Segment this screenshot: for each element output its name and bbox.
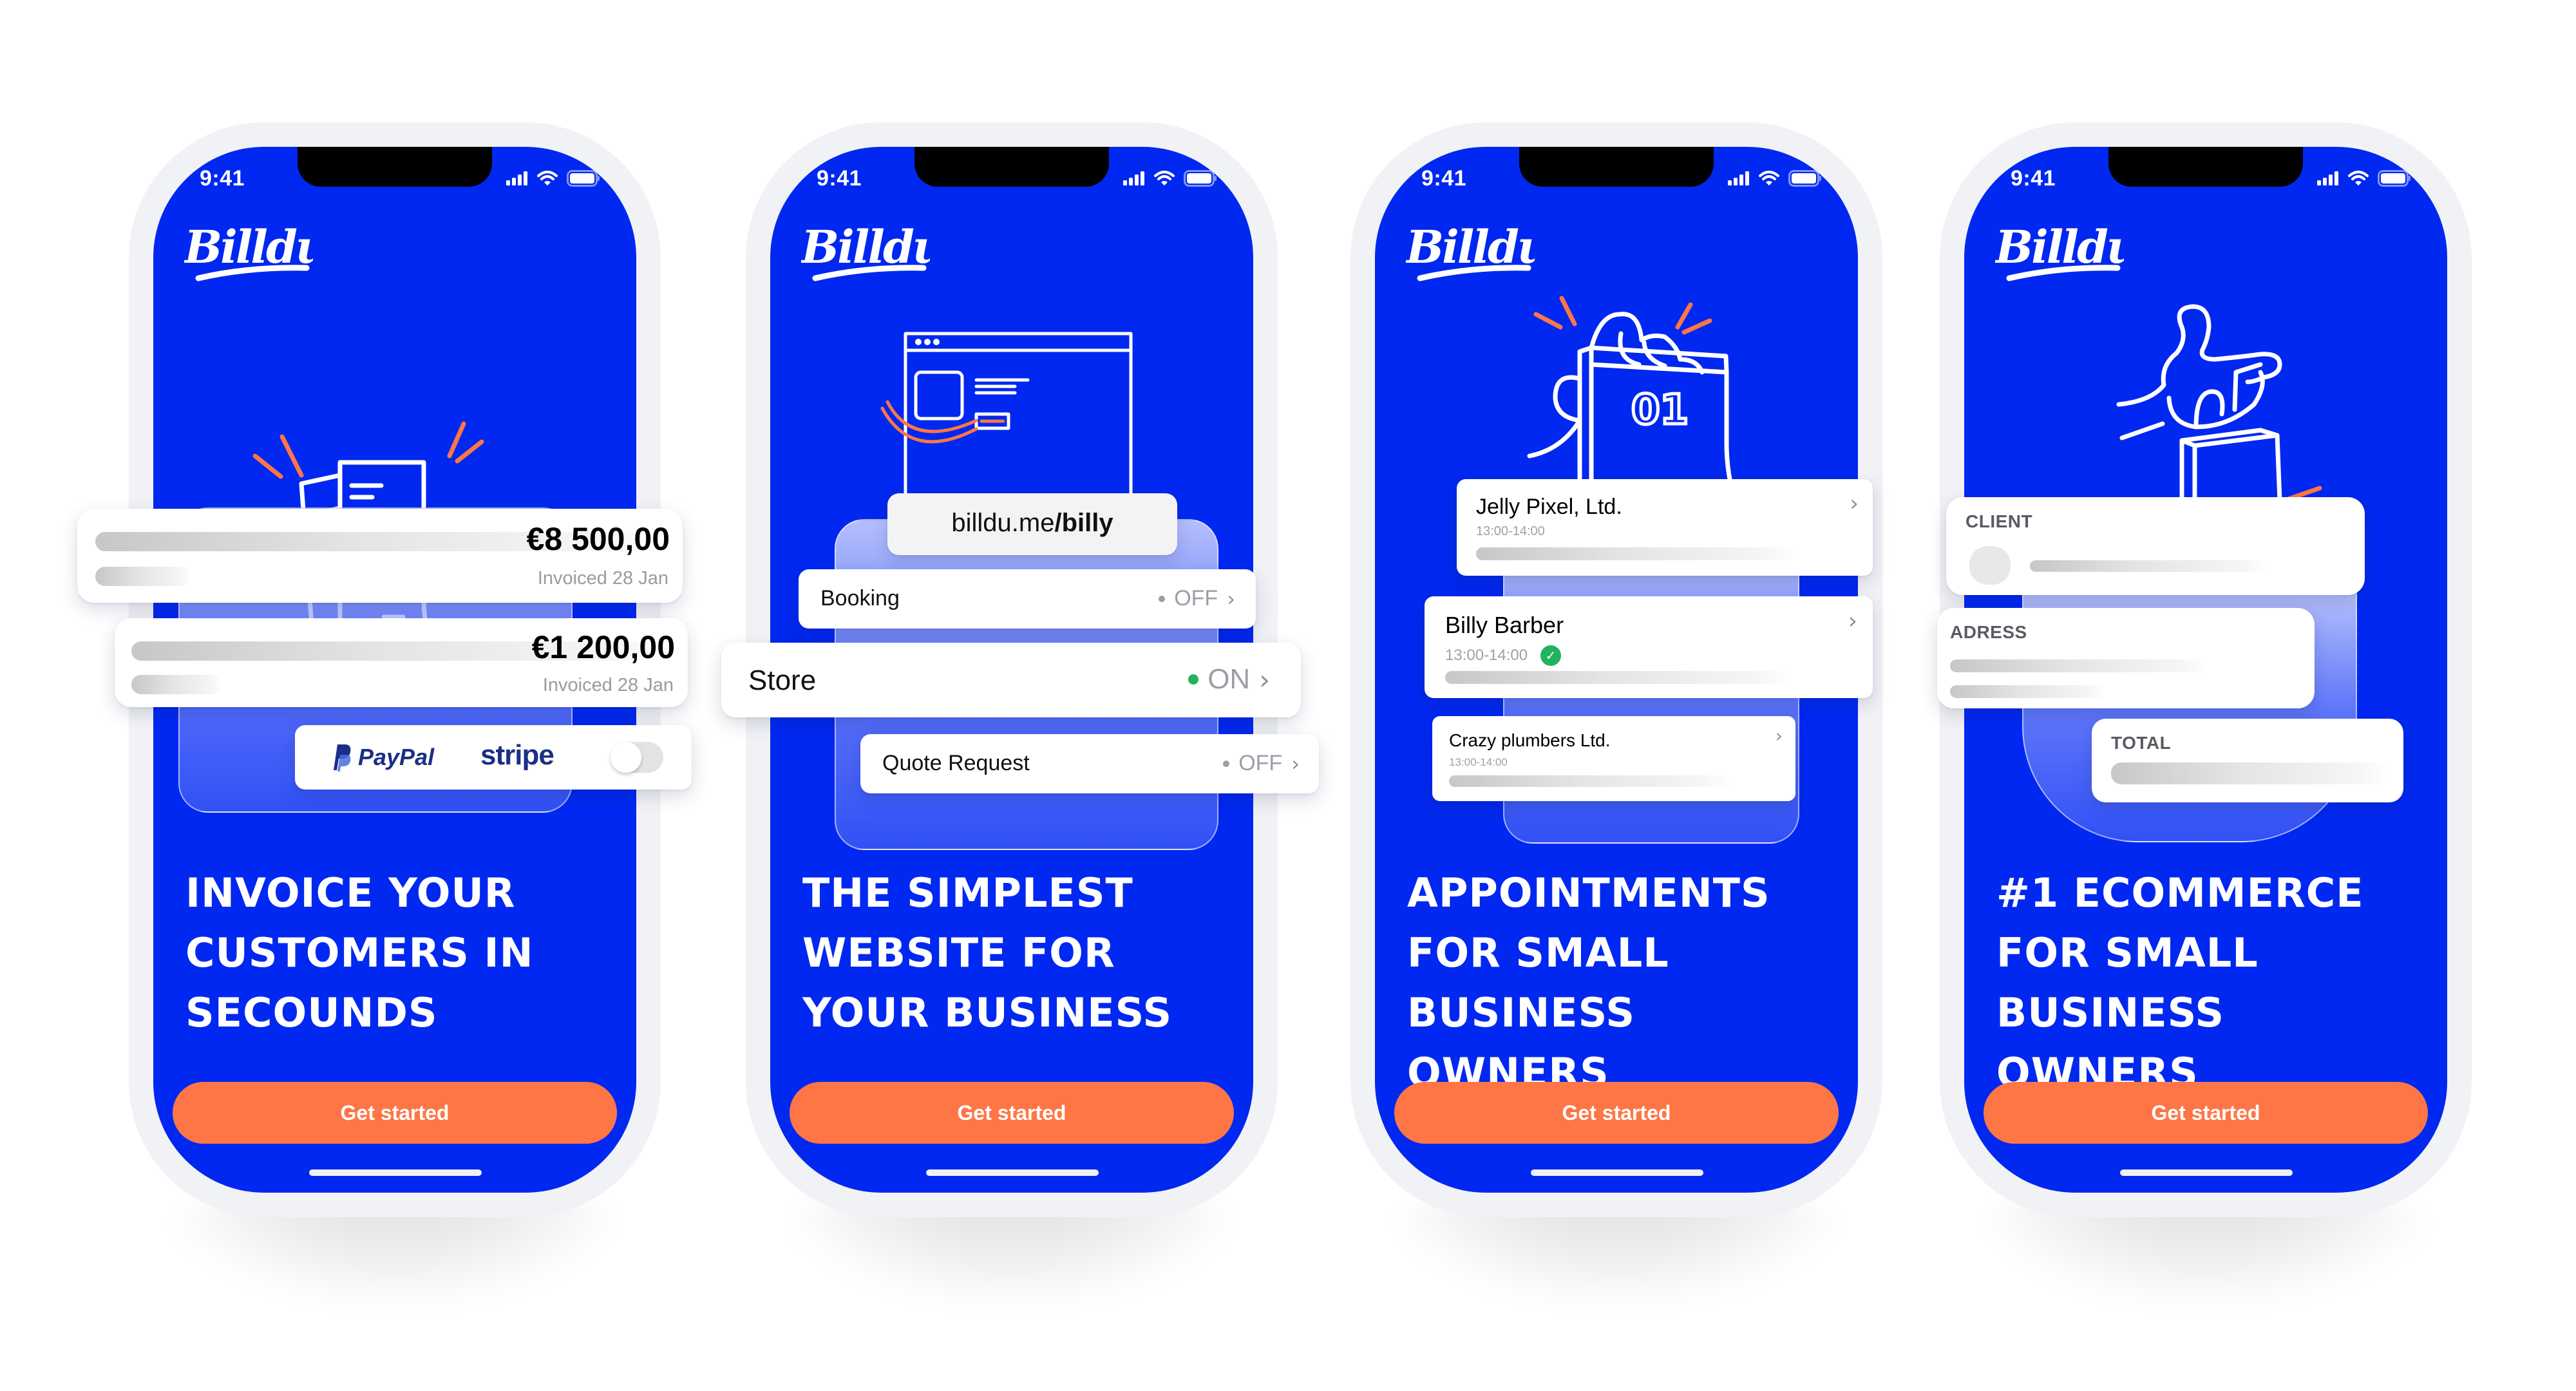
module-row-quote-request[interactable]: Quote Request OFF › [860, 734, 1319, 793]
get-started-button[interactable]: Get started [1984, 1082, 2428, 1144]
chevron-right-icon: › [1775, 725, 1783, 746]
billdu-logo [184, 223, 313, 287]
url-path: /billy [1054, 509, 1113, 537]
confirmed-check-icon: ✓ [1540, 645, 1561, 666]
address-field-card[interactable]: ADRESS [1937, 608, 2315, 708]
field-label: CLIENT [1965, 511, 2033, 531]
wifi-icon [537, 171, 558, 185]
invoice-date: Invoiced 28 Jan [542, 675, 674, 696]
placeholder-bar [1476, 547, 1798, 560]
module-label: Booking [820, 586, 900, 610]
field-label: ADRESS [1950, 622, 2027, 642]
appointment-card[interactable]: Jelly Pixel, Ltd. 13:00-14:00 › [1457, 479, 1873, 576]
invoice-amount: €8 500,00 [526, 521, 670, 557]
paypal-logo: PayPal [332, 743, 434, 771]
signal-icon [1728, 171, 1749, 185]
total-field-card[interactable]: TOTAL [2092, 719, 2403, 802]
notch [914, 147, 1109, 187]
invoice-date: Invoiced 28 Jan [537, 568, 668, 589]
status-time: 9:41 [817, 166, 862, 191]
status-time: 9:41 [2011, 166, 2056, 191]
status-dot [1188, 674, 1199, 685]
placeholder-bar [2111, 762, 2388, 784]
paypal-label: PayPal [358, 744, 435, 770]
calendar-hand-icon: 01 [1527, 296, 1736, 495]
placeholder-bar [1445, 671, 1793, 684]
placeholder-bar [1950, 685, 2105, 698]
billdu-logo [1995, 223, 2124, 287]
module-label: Store [748, 665, 817, 696]
placeholder-bar [2030, 560, 2268, 572]
get-started-button[interactable]: Get started [790, 1082, 1234, 1144]
invoice-card[interactable]: €1 200,00 Invoiced 28 Jan [115, 618, 688, 707]
module-row-booking[interactable]: Booking OFF › [799, 569, 1256, 629]
get-started-button[interactable]: Get started [173, 1082, 617, 1144]
signal-icon [1123, 171, 1144, 185]
invoice-amount: €1 200,00 [531, 629, 675, 665]
invoice-card[interactable]: €8 500,00 Invoiced 28 Jan [77, 509, 683, 603]
status-time: 9:41 [200, 166, 245, 191]
appointment-name: Jelly Pixel, Ltd. [1476, 495, 1622, 519]
battery-icon [2378, 170, 2410, 187]
placeholder-bar [1950, 659, 2208, 672]
status-text: OFF [1238, 751, 1283, 775]
status-icons [2317, 170, 2411, 187]
placeholder-bar [131, 675, 222, 694]
client-avatar [1969, 546, 2011, 585]
battery-icon [1788, 170, 1821, 187]
chevron-right-icon: › [1848, 608, 1857, 634]
battery-icon [567, 170, 600, 187]
hand-shopping-bag-icon [2116, 304, 2322, 504]
paypal-icon [334, 744, 351, 771]
payment-providers-card: PayPal stripe [295, 725, 692, 790]
appointment-name: Billy Barber [1445, 612, 1564, 638]
wifi-icon [1759, 171, 1779, 185]
status-dot [1223, 760, 1230, 767]
appointment-card[interactable]: Billy Barber 13:00-14:00 ✓ › [1425, 596, 1873, 698]
signal-icon [2317, 171, 2338, 185]
wifi-icon [2348, 171, 2369, 185]
status-dot [1159, 595, 1166, 602]
status-time: 9:41 [1421, 166, 1467, 191]
toggle-knob [611, 742, 641, 773]
field-label: TOTAL [2111, 733, 2172, 753]
notch [1519, 147, 1714, 187]
get-started-button[interactable]: Get started [1394, 1082, 1839, 1144]
status-text: ON [1208, 663, 1251, 695]
client-field-card[interactable]: CLIENT [1946, 497, 2365, 595]
status-text: OFF [1174, 586, 1218, 610]
appointment-time: 13:00-14:00 [1476, 524, 1545, 538]
placeholder-bar [95, 567, 192, 586]
stripe-label: stripe [480, 739, 554, 771]
url-domain: billdu.me [951, 509, 1055, 537]
notch [2108, 147, 2303, 187]
billdu-logo [1406, 223, 1535, 287]
notch [298, 147, 492, 187]
calendar-day-text: 01 [1631, 386, 1689, 434]
chevron-right-icon: › [1259, 663, 1270, 696]
module-label: Quote Request [882, 751, 1030, 775]
chevron-right-icon: › [1850, 491, 1859, 516]
module-status: ON › [1188, 663, 1270, 696]
chevron-right-icon: › [1291, 751, 1300, 776]
placeholder-bar [1449, 775, 1732, 787]
status-icons [1123, 170, 1217, 187]
module-row-store[interactable]: Store ON › [721, 643, 1301, 717]
battery-icon [1184, 170, 1217, 187]
module-status: OFF › [1223, 751, 1300, 776]
appointment-time: 13:00-14:00 [1445, 647, 1528, 664]
url-card[interactable]: billdu.me/billy [887, 493, 1177, 555]
status-icons [1728, 170, 1822, 187]
billdu-logo [801, 223, 930, 287]
signal-icon [506, 171, 527, 185]
chevron-right-icon: › [1227, 586, 1235, 611]
payment-toggle[interactable] [611, 742, 663, 773]
appointment-card[interactable]: Crazy plumbers Ltd. 13:00-14:00 › [1432, 716, 1795, 801]
wifi-icon [1154, 171, 1175, 185]
status-icons [506, 170, 600, 187]
appointment-time: 13:00-14:00 [1449, 756, 1508, 768]
module-status: OFF › [1159, 586, 1235, 611]
url-text: billdu.me/billy [887, 509, 1177, 538]
appointment-name: Crazy plumbers Ltd. [1449, 730, 1611, 750]
